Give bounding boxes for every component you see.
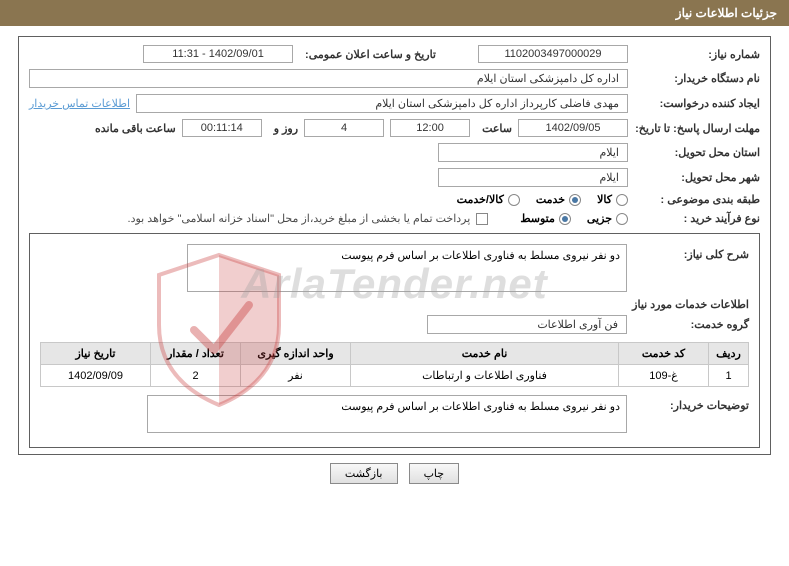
remain-label: ساعت باقی مانده	[95, 122, 176, 135]
td-qty: 2	[151, 365, 241, 387]
th-unit: واحد اندازه گیری	[241, 343, 351, 365]
buyer-org-value: اداره کل دامپزشکی استان ایلام	[29, 69, 628, 88]
announce-date-label: تاریخ و ساعت اعلان عمومی:	[305, 48, 436, 61]
requester-value: مهدی فاضلی کارپرداز اداره کل دامپزشکی اس…	[136, 94, 628, 113]
radio-goods-service[interactable]: کالا/خدمت	[457, 193, 520, 206]
province-label: استان محل تحویل:	[640, 146, 760, 159]
need-desc-label: شرح کلی نیاز:	[639, 244, 749, 261]
td-name: فناوری اطلاعات و ارتباطات	[351, 365, 619, 387]
th-name: نام خدمت	[351, 343, 619, 365]
subject-class-radios: کالا خدمت کالا/خدمت	[457, 193, 628, 206]
purchase-type-label: نوع فرآیند خرید :	[640, 212, 760, 225]
purchase-type-radios: جزیی متوسط	[520, 212, 628, 225]
td-code: غ-109	[619, 365, 709, 387]
need-number-label: شماره نیاز:	[640, 48, 760, 61]
need-number-value: 1102003497000029	[478, 45, 628, 63]
deadline-date: 1402/09/05	[518, 119, 628, 137]
need-desc-value: دو نفر نیروی مسلط به فناوری اطلاعات بر ا…	[187, 244, 627, 292]
radio-medium[interactable]: متوسط	[520, 212, 571, 225]
back-button[interactable]: بازگشت	[330, 463, 398, 484]
treasury-note: پرداخت تمام یا بخشی از مبلغ خرید،از محل …	[128, 212, 471, 225]
treasury-checkbox[interactable]	[476, 213, 488, 225]
services-info-title: اطلاعات خدمات مورد نیاز	[40, 298, 749, 311]
services-table: ردیف کد خدمت نام خدمت واحد اندازه گیری ت…	[40, 342, 749, 387]
announce-date-value: 1402/09/01 - 11:31	[143, 45, 293, 63]
th-date: تاریخ نیاز	[41, 343, 151, 365]
contact-link[interactable]: اطلاعات تماس خریدار	[29, 97, 130, 110]
buyer-org-label: نام دستگاه خریدار:	[640, 72, 760, 85]
button-row: چاپ بازگشت	[0, 463, 789, 484]
deadline-label: مهلت ارسال پاسخ: تا تاریخ:	[640, 122, 760, 135]
inner-panel: شرح کلی نیاز: دو نفر نیروی مسلط به فناور…	[29, 233, 760, 448]
td-row: 1	[709, 365, 749, 387]
table-header-row: ردیف کد خدمت نام خدمت واحد اندازه گیری ت…	[41, 343, 749, 365]
buyer-notes-value: دو نفر نیروی مسلط به فناوری اطلاعات بر ا…	[147, 395, 627, 433]
requester-label: ایجاد کننده درخواست:	[640, 97, 760, 110]
th-qty: تعداد / مقدار	[151, 343, 241, 365]
main-panel: شماره نیاز: 1102003497000029 تاریخ و ساع…	[18, 36, 771, 455]
city-label: شهر محل تحویل:	[640, 171, 760, 184]
subject-class-label: طبقه بندی موضوعی :	[640, 193, 760, 206]
days-label: روز و	[274, 122, 298, 135]
radio-service[interactable]: خدمت	[536, 193, 581, 206]
buyer-notes-label: توضیحات خریدار:	[639, 395, 749, 412]
deadline-days: 4	[304, 119, 384, 137]
city-value: ایلام	[438, 168, 628, 187]
radio-minor[interactable]: جزیی	[587, 212, 628, 225]
print-button[interactable]: چاپ	[409, 463, 460, 484]
province-value: ایلام	[438, 143, 628, 162]
radio-goods[interactable]: کالا	[597, 193, 628, 206]
time-label: ساعت	[482, 122, 512, 135]
th-code: کد خدمت	[619, 343, 709, 365]
service-group-value: فن آوری اطلاعات	[427, 315, 627, 334]
th-row: ردیف	[709, 343, 749, 365]
td-unit: نفر	[241, 365, 351, 387]
page-title: جزئیات اطلاعات نیاز	[0, 0, 789, 26]
td-date: 1402/09/09	[41, 365, 151, 387]
table-row: 1 غ-109 فناوری اطلاعات و ارتباطات نفر 2 …	[41, 365, 749, 387]
deadline-time: 12:00	[390, 119, 470, 137]
deadline-countdown: 00:11:14	[182, 119, 262, 137]
service-group-label: گروه خدمت:	[639, 318, 749, 331]
